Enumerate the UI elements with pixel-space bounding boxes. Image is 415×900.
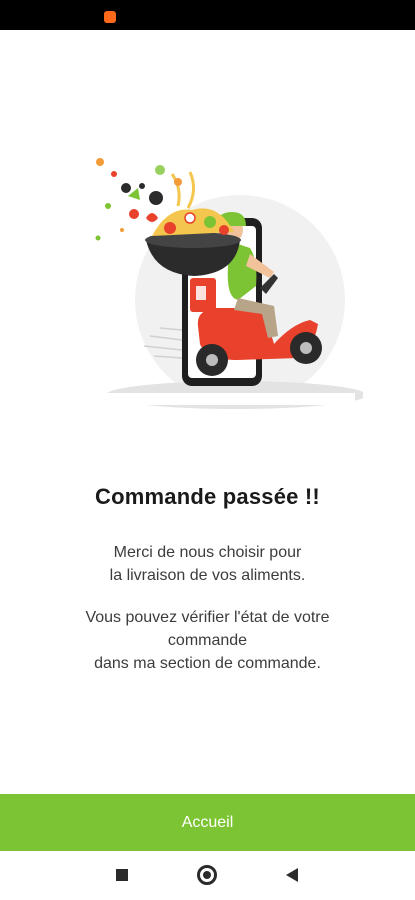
page-title: Commande passée !! [95,484,320,509]
status-bar [0,0,415,30]
home-button[interactable]: Accueil [0,794,415,851]
square-icon[interactable] [116,869,128,881]
system-navigation-bar [0,851,415,900]
order-confirmation-screen: Commande passée !! Merci de nous choisir… [0,0,415,900]
triangle-back-icon[interactable] [286,868,298,882]
order-status-line: commande [167,632,248,649]
thank-you-line: la livraison de vos aliments. [109,567,306,584]
illustration-ground-cut [80,393,355,405]
delivery-scooter-illustration [80,158,363,409]
scooter-front-hub [300,342,312,354]
thank-you-line: Merci de nous choisir pour [113,544,302,561]
delivery-box-logo [196,286,206,300]
scooter-rear-hub [206,354,218,366]
order-status-line: dans ma section de commande. [94,655,321,672]
app-notification-icon [104,11,116,23]
circle-icon[interactable] [197,865,217,885]
order-status-info: Vous pouvez vérifier l'état de votre com… [20,606,395,675]
order-status-line: Vous pouvez vérifier l'état de votre [85,609,330,626]
thank-you-message: Merci de nous choisir pour la livraison … [20,541,395,587]
